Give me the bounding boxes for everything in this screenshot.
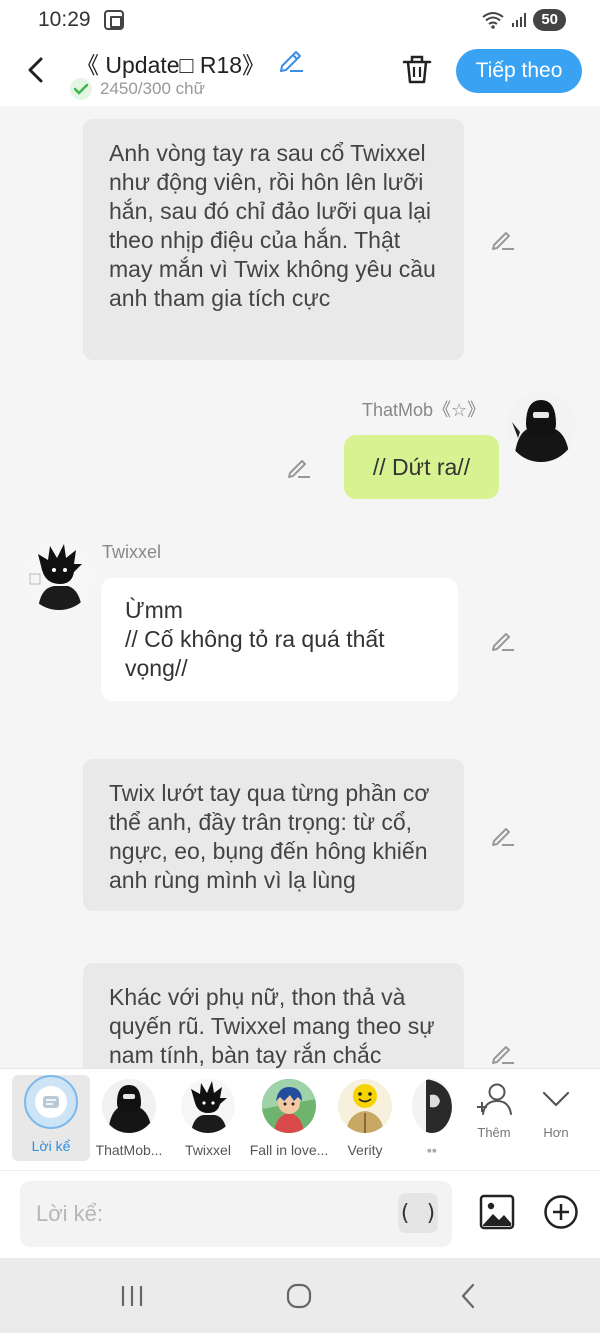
edit-title-pencil-icon[interactable]: [276, 44, 306, 74]
chevron-left-icon: [28, 57, 43, 83]
blue-hair-avatar: [262, 1079, 316, 1133]
recent-apps-button[interactable]: [112, 1280, 152, 1312]
composer: ( ): [0, 1170, 600, 1258]
message-bubble-left[interactable]: Ừmm // Cố không tỏ ra quá thất vọng//: [101, 578, 458, 701]
dark-hood-avatar: [102, 1079, 156, 1133]
character-verity[interactable]: Verity: [325, 1075, 405, 1161]
back-nav-icon: [461, 1283, 475, 1309]
system-nav-bar: [0, 1258, 600, 1333]
next-button[interactable]: Tiếp theo: [456, 49, 582, 93]
message-line: // Cố không tỏ ra quá thất vọng//: [125, 626, 385, 681]
chat-area[interactable]: Anh vòng tay ra sau cổ Twixxel như động …: [0, 106, 600, 1068]
back-nav-button[interactable]: [448, 1280, 488, 1312]
character-fall-in-love[interactable]: Fall in love...: [247, 1075, 331, 1161]
add-icon[interactable]: [542, 1193, 580, 1231]
trash-icon[interactable]: [400, 52, 434, 86]
add-label: Thêm: [477, 1125, 511, 1140]
speaker-name: ThatMob《☆》: [362, 400, 486, 420]
home-icon: [286, 1283, 312, 1309]
edit-message-pencil-icon[interactable]: [490, 1040, 516, 1066]
yellow-smiley-avatar: [338, 1079, 392, 1133]
word-count: 2450/300 chữ: [70, 78, 205, 100]
speaker-name: Twixxel: [102, 542, 162, 562]
character-selector: Lời kể ThatMob... Twixxel Fall in love..…: [0, 1068, 600, 1170]
add-character-button[interactable]: Thêm: [464, 1081, 524, 1140]
story-title: 《 Update□ R18》: [76, 52, 266, 78]
edit-message-pencil-icon[interactable]: [286, 454, 312, 480]
avatar[interactable]: [506, 392, 576, 462]
status-time: 10:29: [38, 8, 91, 31]
message-input[interactable]: [36, 1197, 396, 1231]
more-label: Hơn: [543, 1125, 569, 1140]
battery-badge: 50: [533, 9, 566, 31]
add-user-icon: [477, 1083, 512, 1115]
character-twixxel[interactable]: Twixxel: [168, 1075, 248, 1161]
character-label: Twixxel: [185, 1142, 231, 1158]
image-icon[interactable]: [478, 1193, 516, 1231]
status-bar: 10:29 50: [0, 0, 600, 40]
message-input-box: ( ): [20, 1181, 452, 1247]
home-button[interactable]: [279, 1280, 319, 1312]
character-label: ThatMob...: [95, 1142, 163, 1158]
wifi-icon: [482, 12, 504, 29]
narration-icon: [24, 1075, 78, 1129]
check-icon: [70, 78, 92, 100]
signal-icon: [512, 13, 527, 27]
character-narration[interactable]: Lời kể: [12, 1075, 90, 1161]
narration-bubble[interactable]: Twix lướt tay qua từng phần cơ thể anh, …: [83, 759, 464, 911]
character-label: Fall in love...: [249, 1142, 329, 1158]
editor-header: 《 Update□ R18》 2450/300 chữ Tiếp theo: [0, 40, 600, 106]
recent-apps-icon: [121, 1286, 143, 1306]
word-count-text: 2450/300 chữ: [100, 79, 205, 98]
parentheses-button[interactable]: ( ): [398, 1193, 438, 1233]
edit-message-pencil-icon[interactable]: [490, 226, 516, 252]
edit-message-pencil-icon[interactable]: [490, 822, 516, 848]
narration-bubble[interactable]: Anh vòng tay ra sau cổ Twixxel như động …: [83, 119, 464, 360]
avatar[interactable]: [24, 540, 94, 610]
edit-message-pencil-icon[interactable]: [490, 627, 516, 653]
message-bubble-right[interactable]: // Dứt ra//: [344, 435, 499, 499]
screenshot-icon: [104, 10, 124, 30]
more-button[interactable]: Hơn: [526, 1081, 586, 1140]
character-label: Verity: [347, 1142, 383, 1158]
character-thatmob[interactable]: ThatMob...: [89, 1075, 169, 1161]
character-label: Lời kể: [31, 1138, 71, 1154]
chevron-down-icon: [542, 1091, 570, 1107]
mask-avatar: [412, 1079, 452, 1133]
message-line: Ừmm: [125, 597, 183, 623]
spiky-hair-avatar: [181, 1079, 235, 1133]
character-masked[interactable]: ▪▪: [404, 1075, 460, 1161]
character-label: ▪▪: [427, 1142, 437, 1158]
back-button[interactable]: [20, 54, 50, 86]
narration-bubble[interactable]: Khác với phụ nữ, thon thả và quyến rũ. T…: [83, 963, 464, 1068]
